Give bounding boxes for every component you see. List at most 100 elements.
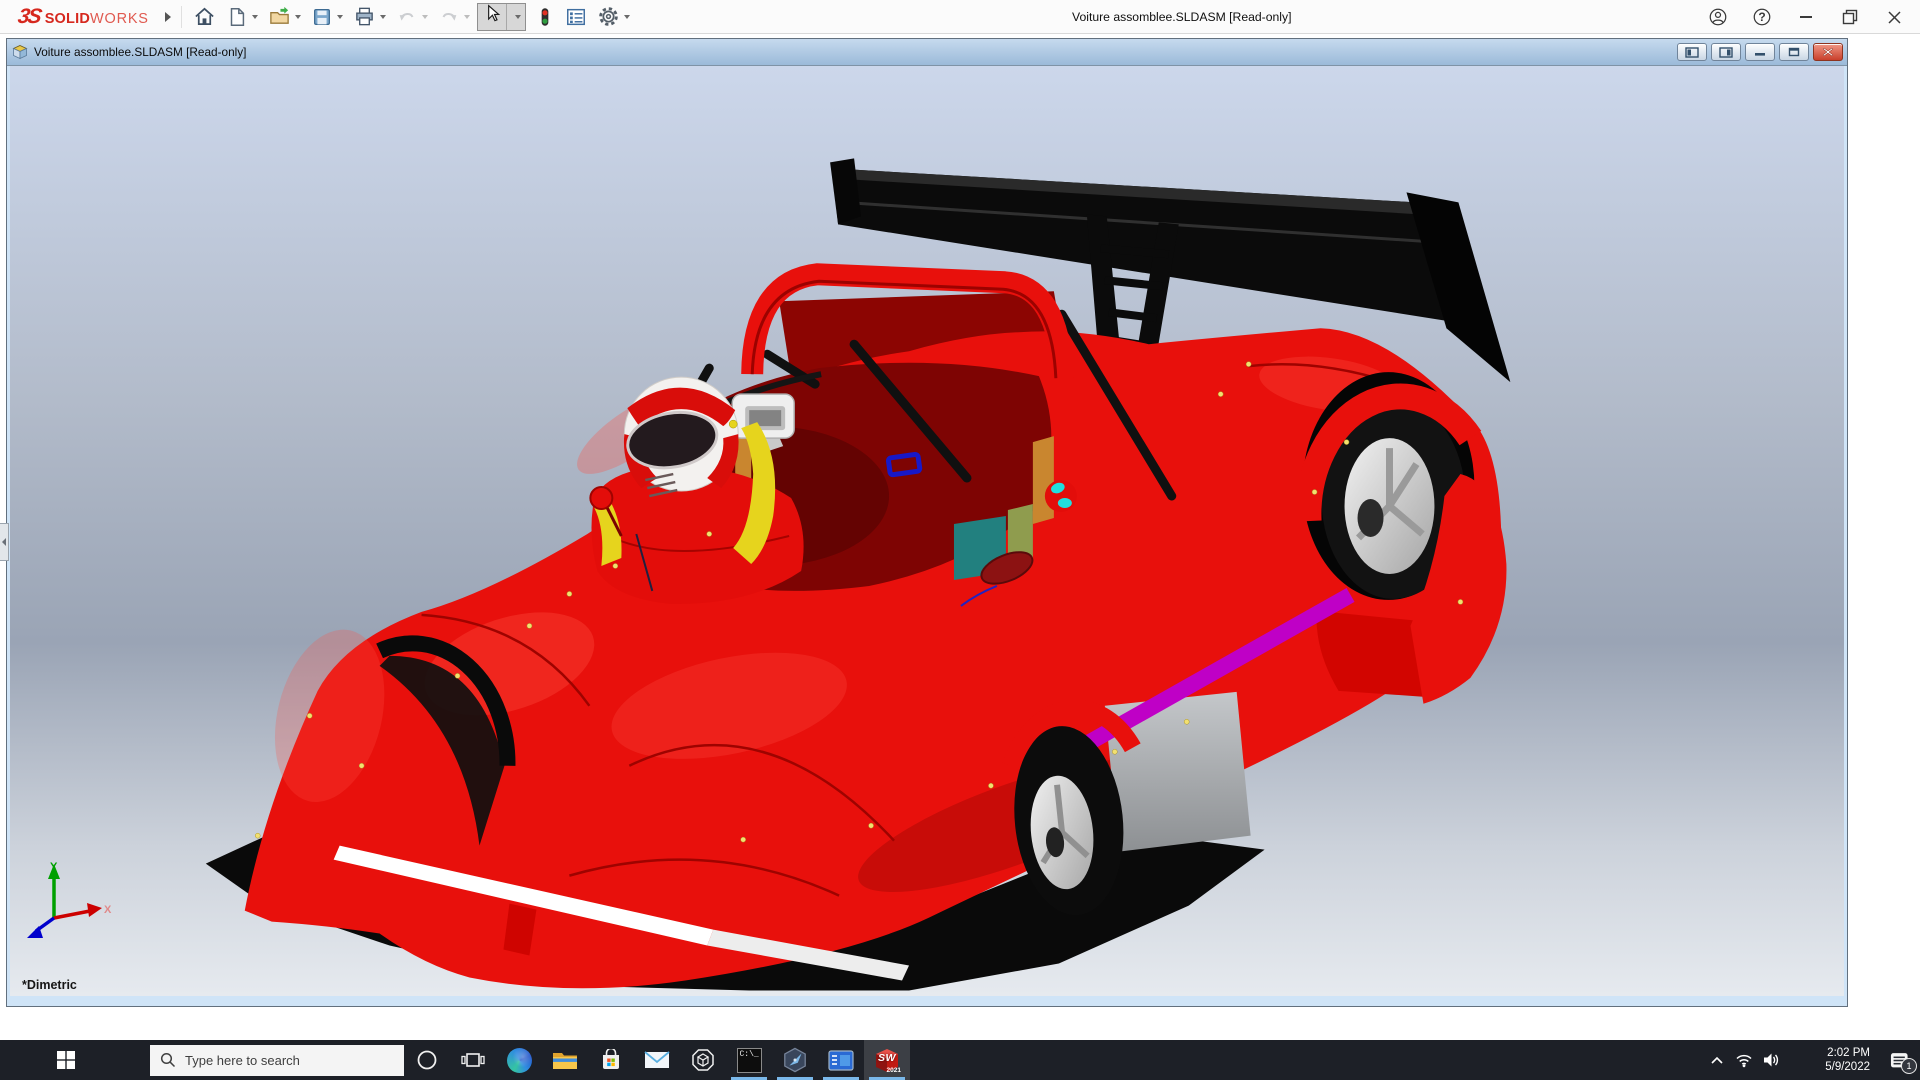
document-titlebar[interactable]: Voiture assomblee.SLDASM [Read-only]: [7, 39, 1847, 66]
mail-button[interactable]: [634, 1040, 680, 1080]
restore-icon: [1842, 9, 1858, 25]
graphics-viewport[interactable]: Y X *Dimetric: [10, 66, 1844, 996]
show-right-pane-button[interactable]: [1711, 43, 1741, 61]
app-titlebar: 3S SOLID WORKS Voiture assomblee.SLDASM …: [0, 0, 1920, 34]
undo-icon: [399, 12, 414, 21]
x-axis-arrow: [87, 903, 102, 917]
doc-close-button[interactable]: [1813, 43, 1843, 61]
home-button[interactable]: [190, 3, 219, 31]
edge-button[interactable]: [496, 1040, 542, 1080]
chevron-down-icon[interactable]: [463, 14, 470, 19]
command-prompt-button[interactable]: C:\_: [726, 1040, 772, 1080]
select-tool-dropdown[interactable]: [505, 3, 525, 30]
search-input[interactable]: [185, 1052, 385, 1068]
tray-overflow-button[interactable]: [1703, 1040, 1730, 1080]
options-button[interactable]: [594, 3, 633, 31]
search-icon: [160, 1052, 176, 1068]
menu-expand-icon[interactable]: [164, 11, 171, 22]
wifi-icon: [1735, 1054, 1752, 1068]
start-button[interactable]: [42, 1040, 90, 1080]
file-explorer-icon: [553, 1053, 577, 1069]
new-document-button[interactable]: [223, 3, 261, 31]
print-button[interactable]: [350, 3, 389, 31]
media-app-button[interactable]: [818, 1040, 864, 1080]
microsoft-store-button[interactable]: [588, 1040, 634, 1080]
home-icon: [195, 7, 214, 26]
clock-date: 5/9/2022: [1825, 1061, 1870, 1073]
featuremanager-collapse-tab[interactable]: [0, 523, 9, 561]
close-button[interactable]: [1884, 7, 1904, 27]
windows-logo-icon: [57, 1051, 75, 1069]
open-icon: [269, 6, 289, 24]
save-button[interactable]: [308, 3, 346, 31]
show-left-pane-button[interactable]: [1677, 43, 1707, 61]
open-button[interactable]: [265, 3, 304, 31]
action-center-button[interactable]: 1: [1878, 1040, 1920, 1080]
redo-button[interactable]: [435, 3, 473, 31]
solidworks-2021-icon: SW 2021: [872, 1045, 902, 1075]
media-app-icon: [828, 1049, 854, 1071]
left-pane-icon: [1685, 46, 1699, 58]
redo-icon: [442, 12, 457, 21]
cortana-icon: [417, 1050, 437, 1070]
save-icon: [313, 8, 330, 25]
task-pane-button[interactable]: [562, 3, 590, 31]
command-prompt-icon: C:\_: [736, 1047, 762, 1073]
3d-viewer-button[interactable]: [680, 1040, 726, 1080]
chevron-down-icon[interactable]: [379, 14, 386, 19]
task-view-icon: [461, 1053, 485, 1067]
document-window-controls: [1677, 43, 1843, 61]
traffic-light-icon: [541, 7, 549, 26]
task-pane-icon: [566, 8, 585, 25]
screen: 3S SOLID WORKS Voiture assomblee.SLDASM …: [0, 0, 1920, 1080]
account-icon: [1709, 8, 1727, 26]
hexagon-app-button[interactable]: [772, 1040, 818, 1080]
chevron-up-icon: [1710, 1056, 1723, 1064]
help-button[interactable]: ?: [1752, 7, 1772, 27]
gear-icon: [598, 7, 618, 26]
brand-name-light: WORKS: [90, 10, 149, 27]
chevron-down-icon[interactable]: [623, 14, 630, 19]
solidworks-logo: 3S SOLID WORKS: [16, 5, 149, 29]
collapse-arrow-icon: [2, 538, 6, 546]
toolbar-divider: [180, 5, 182, 28]
account-button[interactable]: [1708, 7, 1728, 27]
notification-count-badge: 1: [1901, 1058, 1917, 1074]
network-button[interactable]: [1730, 1040, 1757, 1080]
solidworks-taskbar-button[interactable]: SW 2021: [864, 1040, 910, 1080]
system-tray: 2:02 PM 5/9/2022 1: [1703, 1040, 1920, 1080]
restore-button[interactable]: [1840, 7, 1860, 27]
window-controls: ?: [1708, 0, 1904, 34]
taskbar-clock[interactable]: 2:02 PM 5/9/2022: [1790, 1046, 1870, 1074]
clock-time: 2:02 PM: [1827, 1047, 1870, 1059]
chevron-down-icon[interactable]: [251, 14, 258, 19]
right-pane-icon: [1719, 46, 1733, 58]
select-tool-button[interactable]: [476, 2, 526, 31]
doc-minimize-button[interactable]: [1745, 43, 1775, 61]
chevron-down-icon[interactable]: [421, 14, 428, 19]
chevron-down-icon[interactable]: [294, 14, 301, 19]
y-axis-label: Y: [50, 861, 58, 873]
3d-viewer-icon: [692, 1049, 714, 1071]
taskbar-search[interactable]: [150, 1044, 404, 1076]
car-model[interactable]: [10, 66, 1844, 996]
x-axis-label: X: [104, 904, 112, 916]
undo-button[interactable]: [393, 3, 431, 31]
cortana-button[interactable]: [404, 1040, 450, 1080]
view-indicators-button[interactable]: [532, 3, 558, 31]
windows-taskbar: C:\_: [0, 1040, 1920, 1080]
task-view-button[interactable]: [450, 1040, 496, 1080]
doc-restore-button[interactable]: [1779, 43, 1809, 61]
edge-icon: [506, 1047, 532, 1073]
chevron-down-icon[interactable]: [336, 14, 343, 19]
hexagon-app-icon: [784, 1047, 806, 1073]
assembly-document-icon: [12, 45, 28, 60]
print-icon: [355, 7, 373, 26]
minimize-button[interactable]: [1796, 7, 1816, 27]
volume-button[interactable]: [1757, 1040, 1784, 1080]
file-explorer-button[interactable]: [542, 1040, 588, 1080]
brand-name-bold: SOLID: [44, 10, 90, 27]
microsoft-store-icon: [603, 1049, 619, 1069]
close-icon: [1822, 47, 1834, 57]
close-icon: [1887, 10, 1901, 24]
